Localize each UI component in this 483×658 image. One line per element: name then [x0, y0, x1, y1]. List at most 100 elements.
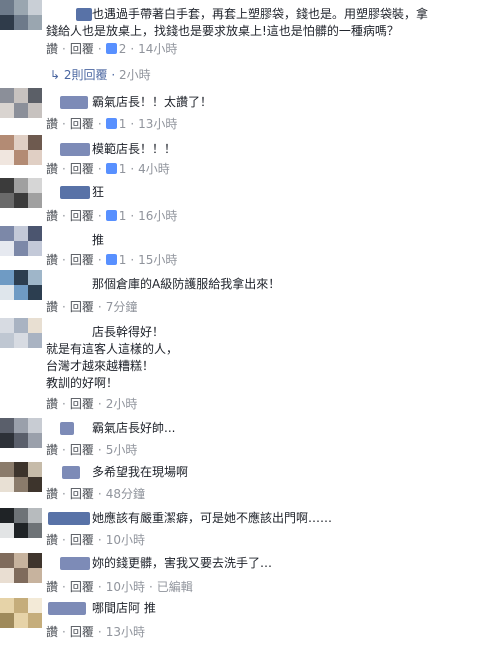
replies-count[interactable]: 2則回覆: [64, 68, 108, 82]
comment-text: 就是有這客人這樣的人，: [46, 342, 179, 356]
reply-button[interactable]: 回覆: [70, 162, 94, 176]
like-button[interactable]: 讚: [46, 162, 58, 176]
comment-text: 妳的錢更髒，害我又要去洗手了…: [92, 556, 273, 570]
author-name-blurred[interactable]: [60, 96, 88, 109]
thumbs-up-icon: [105, 254, 117, 265]
avatar[interactable]: [0, 178, 42, 208]
comment: 店長幹得好！ 就是有這客人這樣的人， 台灣才越來越糟糕！ 教訓的好啊！讚 · 回覆 · 2小時: [0, 318, 483, 411]
dot-separator: ·: [130, 117, 135, 131]
thumbs-up-icon: [105, 118, 117, 129]
like-count[interactable]: 1: [105, 117, 126, 131]
comment-actions: 讚 · 回覆 · 13小時: [46, 623, 145, 640]
timestamp[interactable]: 13小時: [138, 117, 177, 131]
comment: 也遇過手帶著白手套，再套上塑膠袋，錢也是。用塑膠袋裝，拿錢給人也是放桌上，找錢也…: [0, 0, 483, 82]
dot-separator: ·: [107, 68, 119, 82]
dot-separator: ·: [97, 580, 102, 594]
dot-separator: ·: [130, 42, 135, 56]
like-button[interactable]: 讚: [46, 625, 58, 639]
reply-button[interactable]: 回覆: [70, 300, 94, 314]
reply-button[interactable]: 回覆: [70, 209, 94, 223]
like-count[interactable]: 1: [105, 209, 127, 223]
timestamp[interactable]: 10小時: [106, 580, 145, 594]
dot-separator: ·: [148, 580, 153, 594]
like-button[interactable]: 讚: [46, 253, 58, 267]
avatar[interactable]: [0, 135, 42, 165]
like-button[interactable]: 讚: [46, 117, 58, 131]
timestamp[interactable]: 13小時: [106, 625, 145, 639]
timestamp[interactable]: 7分鐘: [106, 300, 138, 314]
like-button[interactable]: 讚: [46, 209, 58, 223]
comment-text: 哪間店阿 推: [92, 601, 156, 615]
author-name-blurred[interactable]: [60, 143, 90, 156]
author-name-blurred[interactable]: [62, 466, 80, 479]
avatar[interactable]: [0, 0, 42, 30]
avatar[interactable]: [0, 598, 42, 628]
author-name-blurred[interactable]: [60, 422, 74, 435]
comment-actions: 讚 · 回覆 · 10小時: [46, 531, 145, 548]
timestamp[interactable]: 10小時: [106, 533, 145, 547]
avatar[interactable]: [0, 226, 42, 256]
avatar[interactable]: [0, 462, 42, 492]
dot-separator: ·: [97, 300, 102, 314]
timestamp[interactable]: 15小時: [138, 253, 177, 267]
dot-separator: ·: [97, 625, 102, 639]
author-name-blurred[interactable]: [48, 602, 86, 615]
reply-button[interactable]: 回覆: [70, 580, 94, 594]
timestamp[interactable]: 2小時: [106, 397, 138, 411]
comment-text: 店長幹得好！: [92, 325, 165, 339]
reply-button[interactable]: 回覆: [70, 487, 94, 501]
avatar[interactable]: [0, 318, 42, 348]
like-button[interactable]: 讚: [46, 533, 58, 547]
like-button[interactable]: 讚: [46, 580, 58, 594]
reply-button[interactable]: 回覆: [70, 117, 94, 131]
dot-separator: ·: [97, 162, 102, 176]
comment-text: 也遇過手帶著白手套，再套上塑膠袋，錢也是。用塑膠袋裝，拿: [92, 7, 429, 21]
like-count[interactable]: 1: [105, 162, 126, 176]
comment-actions: 讚 · 回覆 · 48分鐘: [46, 485, 145, 502]
reply-button[interactable]: 回覆: [70, 253, 94, 267]
comment-actions: 讚 · 回覆 · 1 · 13小時: [46, 115, 177, 132]
dot-separator: ·: [97, 397, 102, 411]
timestamp[interactable]: 14小時: [138, 42, 177, 56]
reply-button[interactable]: 回覆: [70, 443, 94, 457]
reply-button[interactable]: 回覆: [70, 397, 94, 411]
comment-text: 錢給人也是放桌上，找錢也是要求放桌上!這也是怕髒的一種病嗎？: [46, 24, 399, 38]
like-count[interactable]: 1: [105, 253, 126, 267]
reply-button[interactable]: 回覆: [70, 625, 94, 639]
dot-separator: ·: [62, 117, 66, 131]
view-replies-link[interactable]: ↳ 2則回覆 · 2小時: [50, 66, 151, 83]
comment-text: 模範店長！！！: [92, 142, 177, 156]
like-button[interactable]: 讚: [46, 42, 58, 56]
comment-text: 霸氣店長！！太讚了！: [92, 95, 213, 109]
author-name-blurred[interactable]: [48, 512, 90, 525]
author-name-blurred[interactable]: [60, 557, 90, 570]
like-count[interactable]: 2: [105, 42, 126, 56]
timestamp[interactable]: 48分鐘: [106, 487, 145, 501]
avatar[interactable]: [0, 270, 42, 300]
timestamp[interactable]: 16小時: [138, 209, 177, 223]
timestamp[interactable]: 4小時: [138, 162, 170, 176]
like-button[interactable]: 讚: [46, 487, 58, 501]
reply-arrow-icon: ↳: [50, 68, 64, 82]
like-button[interactable]: 讚: [46, 300, 58, 314]
like-count-value: 1: [118, 209, 127, 223]
replies-time: 2小時: [118, 68, 151, 82]
author-name-blurred[interactable]: [76, 8, 92, 21]
reply-button[interactable]: 回覆: [70, 533, 94, 547]
dot-separator: ·: [97, 443, 102, 457]
timestamp[interactable]: 5小時: [106, 443, 138, 457]
dot-separator: ·: [62, 533, 66, 547]
reply-button[interactable]: 回覆: [70, 42, 94, 56]
like-button[interactable]: 讚: [46, 443, 58, 457]
edited-label[interactable]: 已編輯: [157, 580, 193, 594]
comment-actions: 讚 · 回覆 · 1 · 4小時: [46, 160, 170, 177]
like-button[interactable]: 讚: [46, 397, 58, 411]
comment-text: 台灣才越來越糟糕！: [46, 359, 155, 373]
avatar[interactable]: [0, 418, 42, 448]
dot-separator: ·: [97, 253, 102, 267]
comment-actions: 讚 · 回覆 · 2小時: [46, 395, 137, 412]
avatar[interactable]: [0, 508, 42, 538]
author-name-blurred[interactable]: [60, 186, 90, 199]
avatar[interactable]: [0, 553, 42, 583]
avatar[interactable]: [0, 88, 42, 118]
